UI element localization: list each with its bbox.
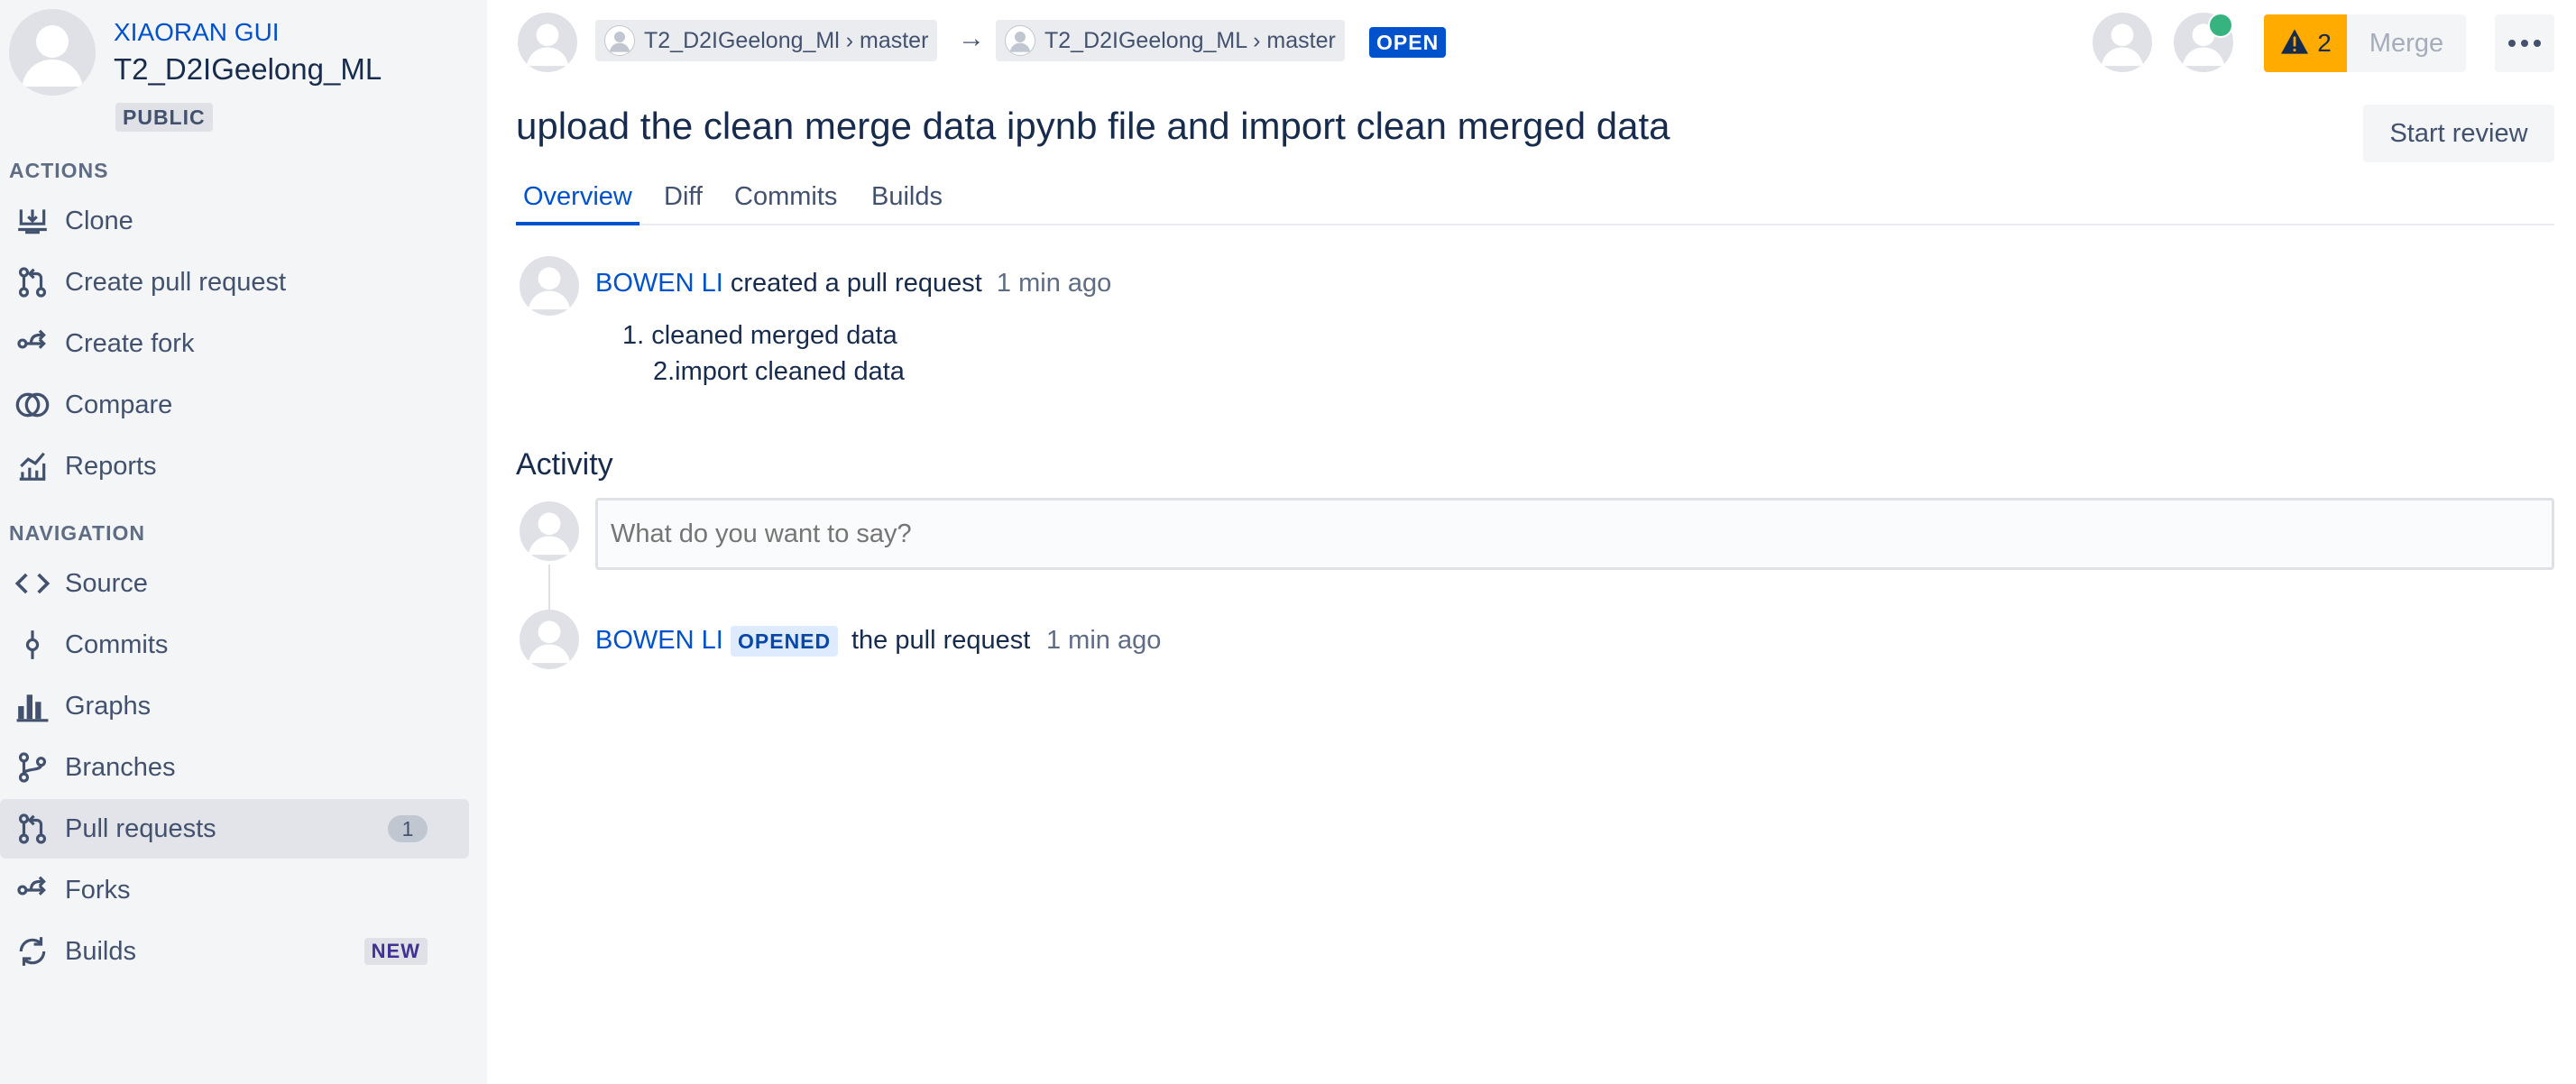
author-avatar[interactable]: [520, 256, 579, 316]
pull-request-count-badge: 1: [388, 815, 428, 842]
source-branch-chip[interactable]: T2_D2IGeelong_Ml › master: [595, 20, 938, 61]
timestamp[interactable]: 1 min ago: [997, 269, 1111, 298]
more-dots-icon: [2508, 40, 2516, 47]
sidebar-item-commits[interactable]: Commits: [0, 615, 469, 675]
sidebar-item-source[interactable]: Source: [0, 554, 469, 613]
sidebar-item-graphs[interactable]: Graphs: [0, 676, 469, 736]
clone-icon: [14, 203, 51, 239]
repository-name: T2_D2IGeelong_ML: [114, 52, 382, 86]
target-branch-chip[interactable]: T2_D2IGeelong_ML › master: [996, 20, 1345, 61]
branch-icon: [14, 749, 51, 785]
author-link[interactable]: BOWEN LI: [595, 269, 723, 298]
fork-icon: [14, 326, 51, 362]
reviewer-avatar[interactable]: [2093, 13, 2152, 72]
sidebar-item-label: Branches: [65, 752, 176, 782]
sidebar-item-label: Source: [65, 568, 148, 598]
project-owner-link[interactable]: XIAORAN GUI: [114, 18, 280, 47]
sidebar-item-pull-requests[interactable]: Pull requests 1: [0, 799, 469, 859]
sidebar: XIAORAN GUI T2_D2IGeelong_ML PUBLIC ACTI…: [0, 0, 487, 1084]
pull-request-icon: [14, 264, 51, 300]
sidebar-item-label: Reports: [65, 451, 157, 481]
sidebar-item-label: Builds: [65, 936, 136, 966]
author-link[interactable]: BOWEN LI: [595, 626, 723, 656]
approved-check-icon: [2208, 13, 2233, 38]
author-avatar[interactable]: [520, 610, 579, 669]
source-branch-label: T2_D2IGeelong_Ml › master: [644, 27, 929, 53]
timeline-connector: [548, 565, 550, 610]
tab-builds[interactable]: Builds: [871, 182, 943, 222]
pr-status-badge: OPEN: [1369, 27, 1447, 58]
warning-count: 2: [2317, 29, 2332, 57]
sidebar-item-label: Create pull request: [65, 267, 287, 297]
sidebar-item-clone[interactable]: Clone: [0, 191, 469, 251]
fork-icon: [14, 872, 51, 908]
commit-icon: [14, 627, 51, 663]
new-badge: NEW: [363, 938, 428, 965]
pr-created-line: BOWEN LI created a pull request 1 min ag…: [595, 269, 1111, 299]
arrow-right-icon: →: [958, 23, 985, 53]
sidebar-item-reports[interactable]: Reports: [0, 436, 469, 496]
sidebar-item-forks[interactable]: Forks: [0, 860, 469, 920]
repo-avatar: [604, 25, 635, 56]
author-avatar[interactable]: [518, 13, 577, 72]
navigation-heading: NAVIGATION: [9, 521, 145, 545]
tab-commits[interactable]: Commits: [734, 182, 837, 222]
reports-icon: [14, 448, 51, 484]
warning-icon: [2279, 28, 2310, 60]
repository-avatar[interactable]: [9, 9, 96, 96]
sidebar-item-label: Pull requests: [65, 813, 216, 843]
visibility-badge: PUBLIC: [115, 103, 213, 132]
sidebar-item-builds[interactable]: Builds NEW: [0, 922, 469, 981]
more-actions-button[interactable]: [2495, 14, 2554, 72]
sidebar-item-label: Compare: [65, 390, 173, 419]
pr-description: 1. cleaned merged data 2.import cleaned …: [622, 317, 905, 390]
timestamp[interactable]: 1 min ago: [1046, 626, 1161, 656]
comment-input[interactable]: [595, 498, 2554, 570]
sidebar-item-create-pull-request[interactable]: Create pull request: [0, 253, 469, 312]
code-icon: [14, 565, 51, 602]
actions-heading: ACTIONS: [9, 159, 109, 182]
sidebar-item-label: Create fork: [65, 328, 195, 358]
sidebar-item-label: Commits: [65, 629, 169, 659]
sidebar-item-compare[interactable]: Compare: [0, 375, 469, 435]
sidebar-item-label: Clone: [65, 206, 133, 235]
compare-icon: [14, 387, 51, 423]
pull-request-title: upload the clean merge data ipynb file a…: [516, 105, 1670, 147]
target-branch-label: T2_D2IGeelong_ML › master: [1044, 27, 1336, 53]
activity-heading: Activity: [516, 447, 613, 482]
pull-request-tabs: Overview Diff Commits Builds: [516, 177, 2554, 225]
pr-created-text: created a pull request: [730, 269, 982, 298]
activity-event-text: the pull request: [851, 626, 1031, 655]
description-line: 2.import cleaned data: [653, 357, 905, 386]
sidebar-item-branches[interactable]: Branches: [0, 738, 469, 797]
sidebar-item-label: Graphs: [65, 691, 152, 721]
builds-icon: [14, 933, 51, 969]
tab-diff[interactable]: Diff: [664, 182, 703, 222]
repo-avatar: [1005, 25, 1035, 56]
pull-request-icon: [14, 811, 51, 847]
opened-badge: OPENED: [731, 626, 839, 657]
merge-checks-warning-button[interactable]: 2: [2264, 14, 2347, 72]
current-user-avatar: [520, 501, 579, 561]
description-line: 1. cleaned merged data: [622, 321, 897, 350]
merge-button[interactable]: Merge: [2347, 14, 2466, 72]
tab-overview[interactable]: Overview: [516, 182, 639, 225]
sidebar-item-create-fork[interactable]: Create fork: [0, 314, 469, 373]
sidebar-item-label: Forks: [65, 875, 131, 905]
start-review-button[interactable]: Start review: [2363, 105, 2554, 162]
graph-icon: [14, 688, 51, 724]
